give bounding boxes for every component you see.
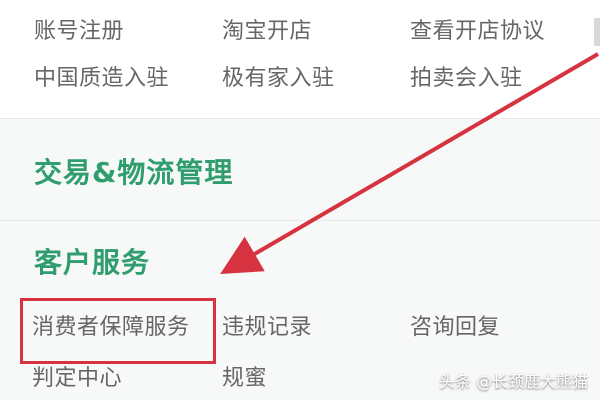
auction-link[interactable]: 拍卖会入驻 [410, 67, 523, 91]
section-divider [0, 220, 600, 221]
merchant-section-background [0, 0, 600, 118]
account-registration-link[interactable]: 账号注册 [34, 20, 124, 44]
open-shop-link[interactable]: 淘宝开店 [222, 20, 312, 44]
edge-fragment [594, 18, 600, 46]
consultation-reply-link[interactable]: 咨询回复 [410, 316, 500, 340]
trade-logistics-title: 交易&物流管理 [34, 156, 234, 189]
china-quality-link[interactable]: 中国质造入驻 [34, 67, 169, 91]
seller-center-panel: 账号注册 淘宝开店 查看开店协议 中国质造入驻 极有家入驻 拍卖会入驻 交易&物… [0, 0, 600, 400]
consumer-protection-highlight [20, 298, 216, 364]
watermark: 头条 @长颈鹿大熊猫 [438, 372, 588, 391]
violation-records-link[interactable]: 违规记录 [222, 316, 312, 340]
view-shop-agreement-link[interactable]: 查看开店协议 [410, 20, 545, 44]
rules-link[interactable]: 规蜜 [222, 367, 267, 391]
customer-service-title: 客户服务 [34, 246, 151, 279]
judgment-center-link[interactable]: 判定中心 [32, 367, 122, 391]
jiyoujia-link[interactable]: 极有家入驻 [222, 67, 335, 91]
section-divider [0, 118, 600, 119]
